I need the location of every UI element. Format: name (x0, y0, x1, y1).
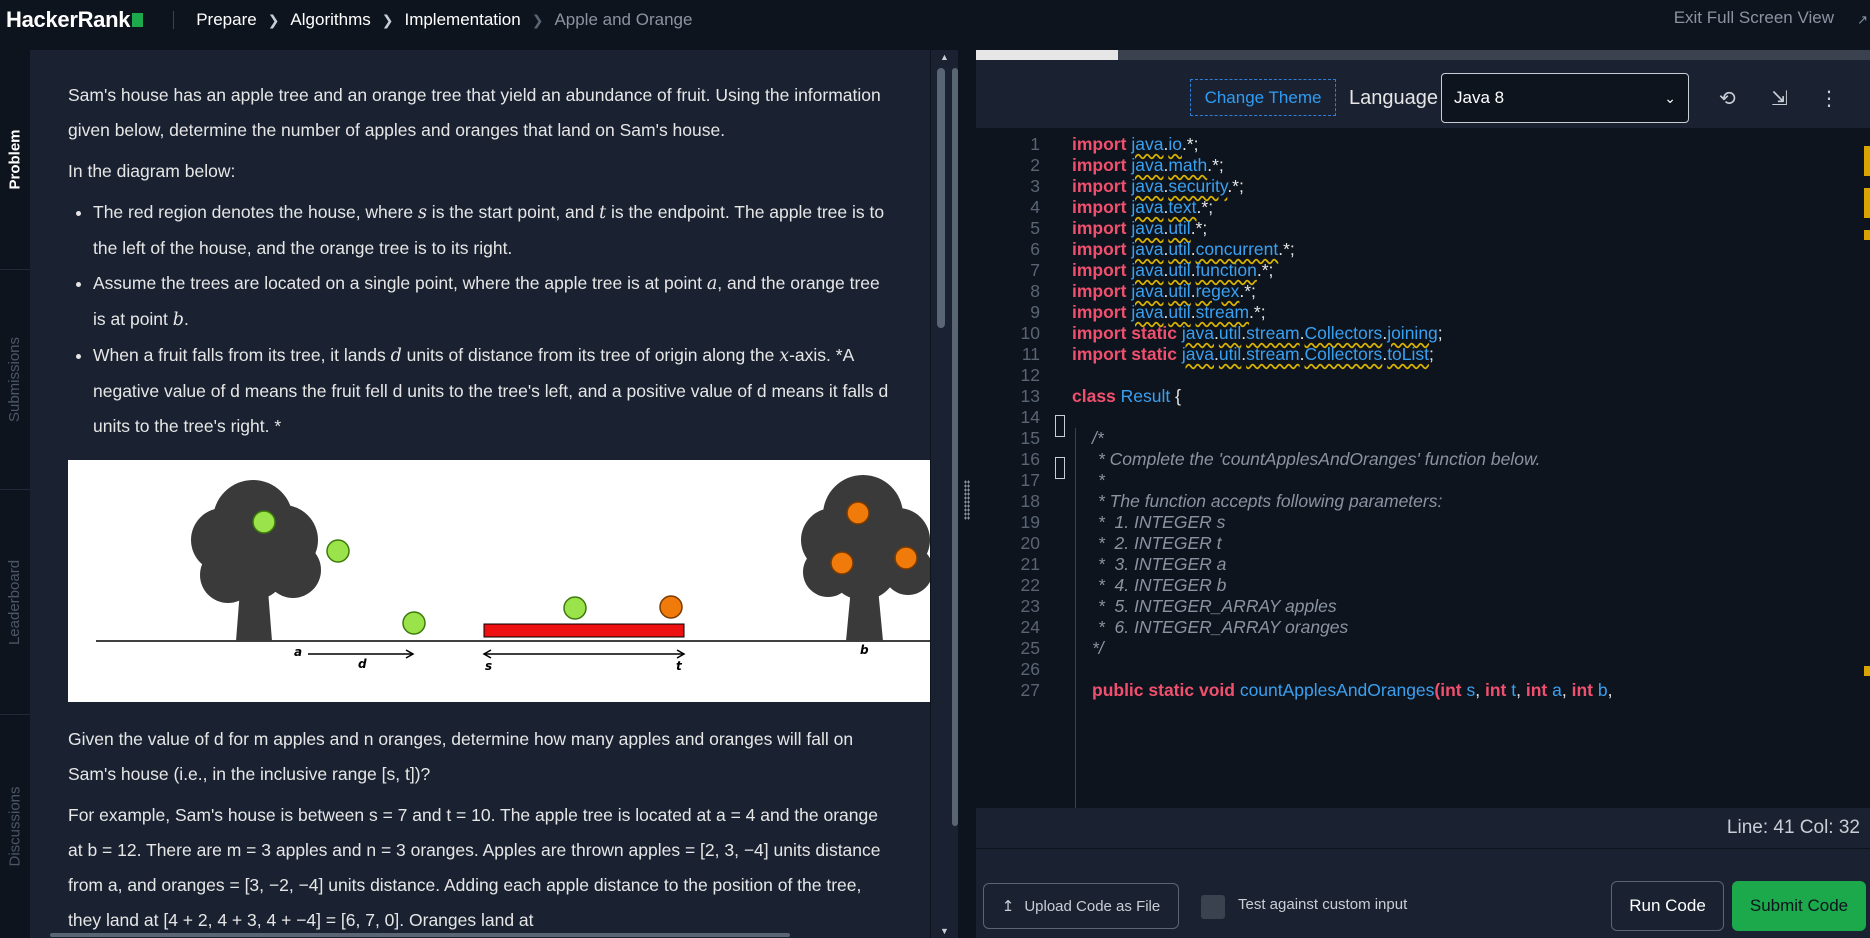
tab-leaderboard[interactable]: Leaderboard (0, 490, 30, 715)
exit-fullscreen-link[interactable]: Exit Full Screen View (1674, 8, 1834, 28)
editor-actions: ↥ Upload Code as File Test against custo… (976, 848, 1870, 938)
cursor-position: Line: 41 Col: 32 (1726, 817, 1860, 838)
code-line[interactable]: 27 public static void countApplesAndOrang… (976, 678, 1870, 703)
code-text: public static void countApplesAndOranges… (1092, 680, 1613, 700)
chevron-down-icon: ⌄ (1664, 89, 1676, 106)
tab-label: Submissions (6, 336, 24, 423)
diagram-heading: In the diagram below: (68, 161, 236, 181)
custom-input-checkbox[interactable] (1201, 895, 1225, 919)
diagram-image: a d s t b (96, 475, 930, 673)
header-divider (173, 11, 175, 29)
apple-tree (191, 480, 321, 641)
problem-bullets: The red region denotes the house, where … (68, 195, 930, 444)
language-value: Java 8 (1454, 88, 1505, 107)
label-t: t (676, 659, 683, 673)
submit-code-button[interactable]: Submit Code (1732, 881, 1866, 931)
tab-label: Leaderboard (6, 559, 24, 645)
tab-label: Discussions (6, 786, 24, 867)
horizontal-scrollbar-thumb[interactable] (50, 933, 790, 937)
scroll-up-icon[interactable]: ▲ (940, 52, 949, 62)
upload-icon: ↥ (1001, 898, 1015, 915)
breadcrumb-implementation[interactable]: Implementation (404, 10, 520, 30)
apple-orange-diagram: a d s t b (68, 460, 930, 702)
editor-toolbar: Change Theme Language Java 8 ⌄ ⟲ ⇲ ⋮ (976, 60, 1870, 128)
upload-label: Upload Code as File (1024, 897, 1161, 915)
code-area[interactable]: 1 import java.io.*; 2 import java.math.*; 3 i… (976, 128, 1870, 808)
top-bar: HackerRank Prepare ❯ Algorithms ❯ Implem… (0, 0, 1870, 40)
list-item: The red region denotes the house, where … (93, 195, 890, 266)
collapse-icon[interactable]: ⇲ (1771, 86, 1788, 111)
label-b: b (860, 643, 869, 657)
panel-splitter[interactable] (958, 50, 976, 938)
scroll-down-icon[interactable]: ▼ (940, 926, 949, 936)
problem-statement-panel: Sam's house has an apple tree and an ora… (30, 50, 930, 938)
exit-fullscreen-icon[interactable]: ↗ (1857, 12, 1868, 28)
language-select[interactable]: Java 8 ⌄ (1441, 73, 1689, 123)
label-a: a (294, 645, 302, 659)
problem-scrollbar[interactable]: ▲ ▼ (930, 50, 958, 938)
run-code-button[interactable]: Run Code (1611, 881, 1724, 931)
drag-handle-icon[interactable] (964, 480, 970, 520)
code-editor-panel: Change Theme Language Java 8 ⌄ ⟲ ⇲ ⋮ 1 im… (976, 50, 1870, 938)
problem-given: Given the value of d for m apples and n … (68, 729, 854, 784)
change-theme-button[interactable]: Change Theme (1190, 79, 1336, 116)
list-item: When a fruit falls from its tree, it lan… (93, 338, 890, 444)
cursor-status: Line: 41 Col: 32 (976, 808, 1870, 848)
hackerrank-logo[interactable]: HackerRank (6, 7, 144, 33)
breadcrumb-prepare[interactable]: Prepare (196, 10, 256, 30)
history-icon[interactable]: ⟲ (1719, 86, 1736, 111)
problem-example: For example, Sam's house is between s = … (68, 805, 881, 930)
logo-text: HackerRank (6, 7, 131, 32)
more-icon[interactable]: ⋮ (1819, 86, 1839, 111)
scrollbar-thumb[interactable] (937, 68, 945, 328)
chevron-right-icon: ❯ (267, 11, 280, 28)
label-s: s (485, 659, 492, 673)
editor-overview-ruler (1860, 128, 1870, 808)
breadcrumb-current: Apple and Orange (554, 10, 693, 29)
tab-submissions[interactable]: Submissions (0, 270, 30, 490)
upload-code-button[interactable]: ↥ Upload Code as File (983, 883, 1179, 929)
label-d: d (358, 657, 367, 671)
chevron-right-icon: ❯ (531, 11, 544, 28)
custom-input-label[interactable]: Test against custom input (1238, 896, 1407, 913)
vertical-tab-bar: Problem Submissions Leaderboard Discussi… (0, 50, 30, 938)
problem-intro: Sam's house has an apple tree and an ora… (68, 85, 881, 140)
logo-square-icon (132, 13, 144, 27)
breadcrumb-algorithms[interactable]: Algorithms (290, 10, 370, 30)
tab-discussions[interactable]: Discussions (0, 715, 30, 938)
line-number: 27 (1020, 680, 1040, 700)
list-item: Assume the trees are located on a single… (93, 266, 890, 338)
tab-label: Problem (6, 129, 24, 190)
editor-progress-bar (976, 50, 1870, 60)
problem-horizontal-scrollbar[interactable] (30, 932, 930, 938)
chevron-right-icon: ❯ (381, 11, 394, 28)
language-label: Language (1349, 87, 1438, 109)
breadcrumb: Prepare ❯ Algorithms ❯ Implementation ❯ … (196, 10, 692, 30)
tab-problem[interactable]: Problem (0, 50, 30, 270)
